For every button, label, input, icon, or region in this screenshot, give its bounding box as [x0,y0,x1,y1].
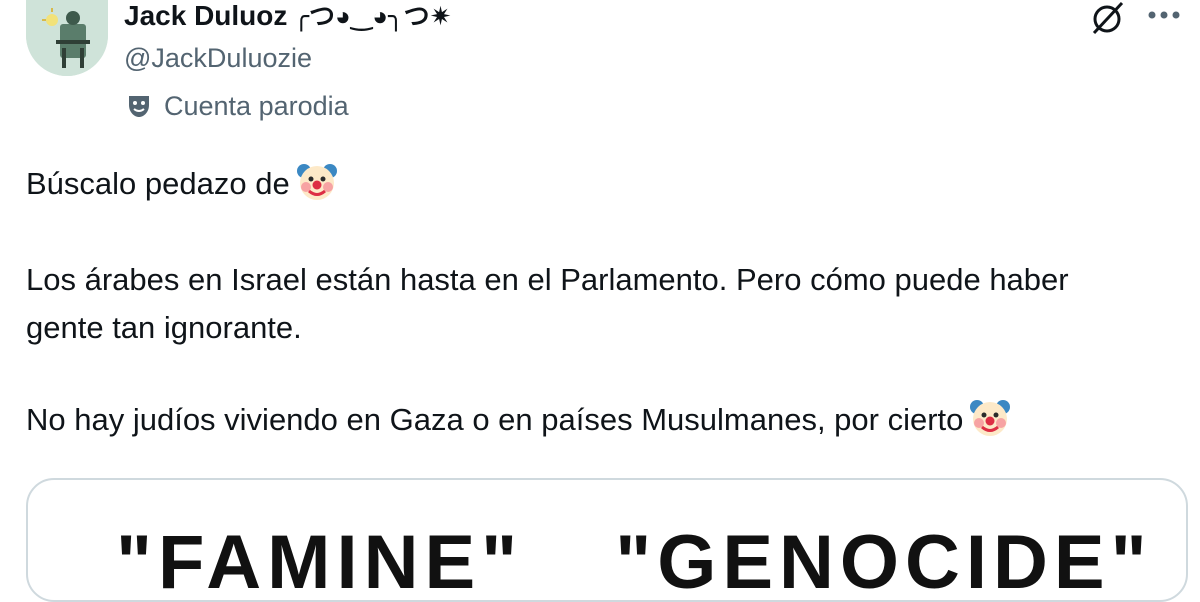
more-dots-icon [1148,11,1180,19]
media-word-famine: "FAMINE" [116,520,524,602]
avatar-image [26,0,108,76]
tweet-line-1: Búscalo pedazo de [26,166,290,201]
tweet-paragraph-1: Búscalo pedazo de [26,160,1186,208]
clown-face-icon [296,161,338,203]
media-word-genocide: "GENOCIDE" [615,520,1153,602]
tweet-paragraph-2: Los árabes en Israel están hasta en el P… [26,262,1069,345]
tweet-line-3: No hay judíos viviendo en Gaza o en país… [26,402,964,437]
media-attachment[interactable]: "FAMINE" "GENOCIDE" [26,478,1188,602]
grok-icon [1092,1,1124,35]
author-name-row[interactable]: Jack Duluoz ╭つ◕‿◕╮つ✷ [124,0,451,34]
parody-badge: Cuenta parodia [126,88,349,124]
author-handle[interactable]: @JackDuluozie [124,40,312,76]
tweet-paragraph-3: No hay judíos viviendo en Gaza o en país… [26,396,1186,444]
grok-button[interactable] [1088,0,1128,36]
more-options-button[interactable] [1144,0,1184,30]
media-headline: "FAMINE" "GENOCIDE" [116,518,1186,602]
avatar[interactable] [26,0,108,76]
author-name-emoticon: ╭つ◕‿◕╮つ✷ [293,1,452,31]
author-name[interactable]: Jack Duluoz [124,0,287,34]
parody-label: Cuenta parodia [164,91,349,121]
theater-masks-icon [126,93,152,119]
clown-face-icon [969,397,1011,439]
tweet-text: Búscalo pedazo de Los árabes en Israel e… [26,160,1186,444]
